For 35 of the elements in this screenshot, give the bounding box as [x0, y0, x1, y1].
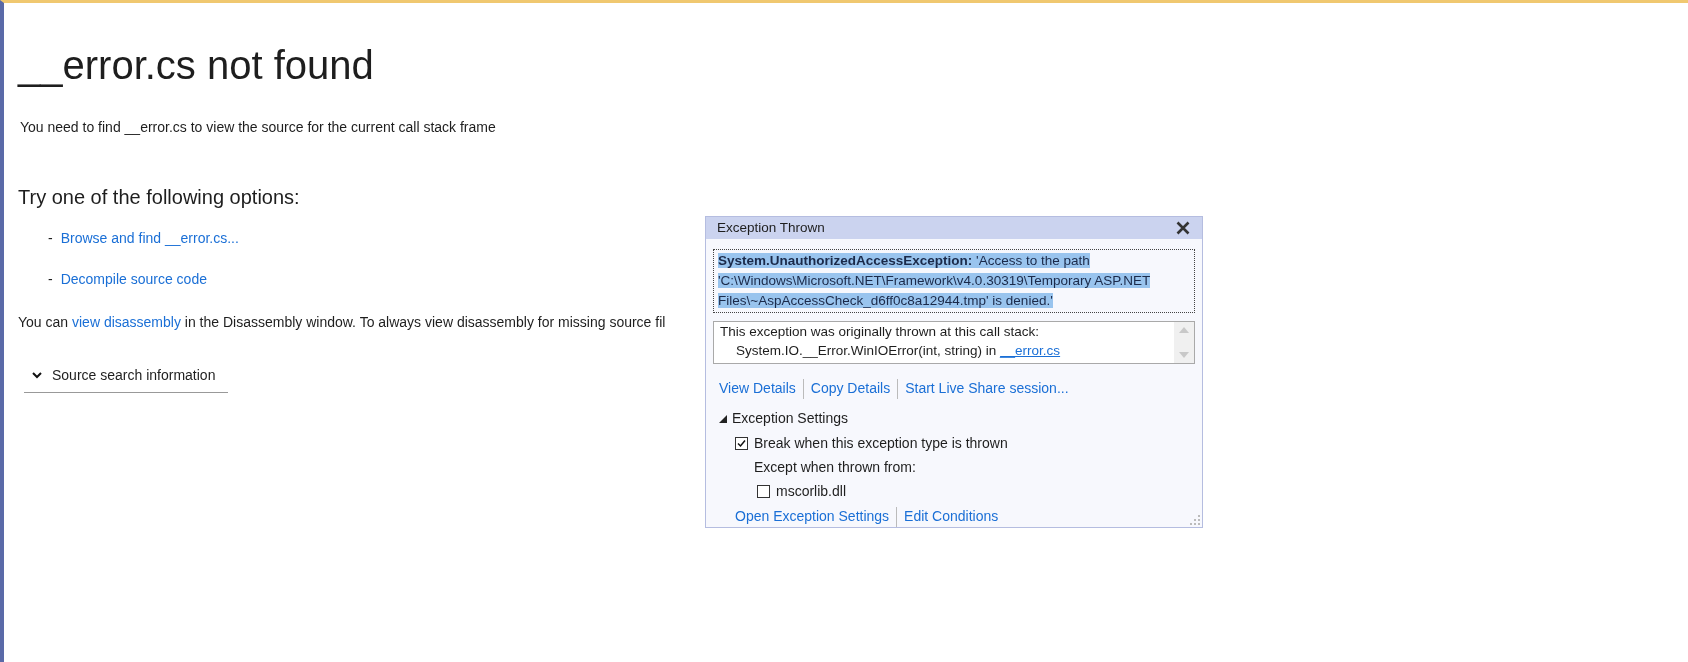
popup-title: Exception Thrown [717, 218, 825, 237]
triangle-icon [719, 414, 727, 423]
bullet-dash: - [48, 270, 53, 289]
chevron-icon [32, 372, 42, 379]
page-title: __error.cs not found [18, 42, 374, 89]
bullet-dash: - [48, 229, 53, 248]
option-link[interactable]: Decompile source code [60, 269, 207, 290]
action-link[interactable]: Copy Details [810, 378, 891, 399]
call-stack-heading: This exception was originally thrown at this call stack: [720, 323, 1040, 341]
checkbox-label: mscorlib.dll [776, 482, 846, 501]
close-button[interactable] [1175, 220, 1191, 236]
disassembly-note: You can view disassembly in the Disassembly window. To always view disassembly for missing source fil [18, 313, 666, 332]
except-label: Except when thrown from: [754, 458, 917, 477]
call-stack-frame: System.IO.__Error.WinIOError(int, string) in __error.cs [720, 341, 1168, 360]
scrollbar[interactable] [1174, 322, 1194, 363]
source-file-link[interactable]: __error.cs [1000, 343, 1061, 358]
scroll-down-icon [1179, 352, 1189, 358]
subtitle: You need to find __error.cs to view the source for the current call stack frame [20, 118, 496, 137]
action-link[interactable]: Start Live Share session... [905, 378, 1069, 399]
option-link[interactable]: Browse and find __error.cs... [60, 228, 239, 249]
options-heading: Try one of the following options: [18, 185, 300, 210]
checkmark-icon [737, 439, 746, 448]
exception-settings-toggle[interactable]: Exception Settings [719, 408, 1195, 429]
close-icon [1176, 221, 1190, 235]
checkbox[interactable] [757, 485, 770, 498]
source-search-toggle[interactable]: Source search information [24, 365, 228, 393]
view-disassembly-link[interactable]: view disassembly [72, 314, 181, 330]
resize-grip-icon[interactable] [1190, 515, 1200, 525]
exception-message: System.UnauthorizedAccessException: 'Access to the path 'C:\Windows\Microsoft.NET\Framework\v4.0.30319\Temporary ASP.NET Files\~AspAccessCheck_d6ff0c8a12944.tmp' is denied.' [718, 252, 1152, 310]
checkbox-label: Break when this exception type is thrown [754, 434, 1008, 453]
footer-link[interactable]: Edit Conditions [904, 506, 999, 527]
scroll-up-icon [1179, 327, 1189, 333]
footer-link[interactable]: Open Exception Settings [735, 506, 890, 527]
checkbox[interactable] [735, 437, 748, 450]
action-link[interactable]: View Details [719, 378, 796, 399]
